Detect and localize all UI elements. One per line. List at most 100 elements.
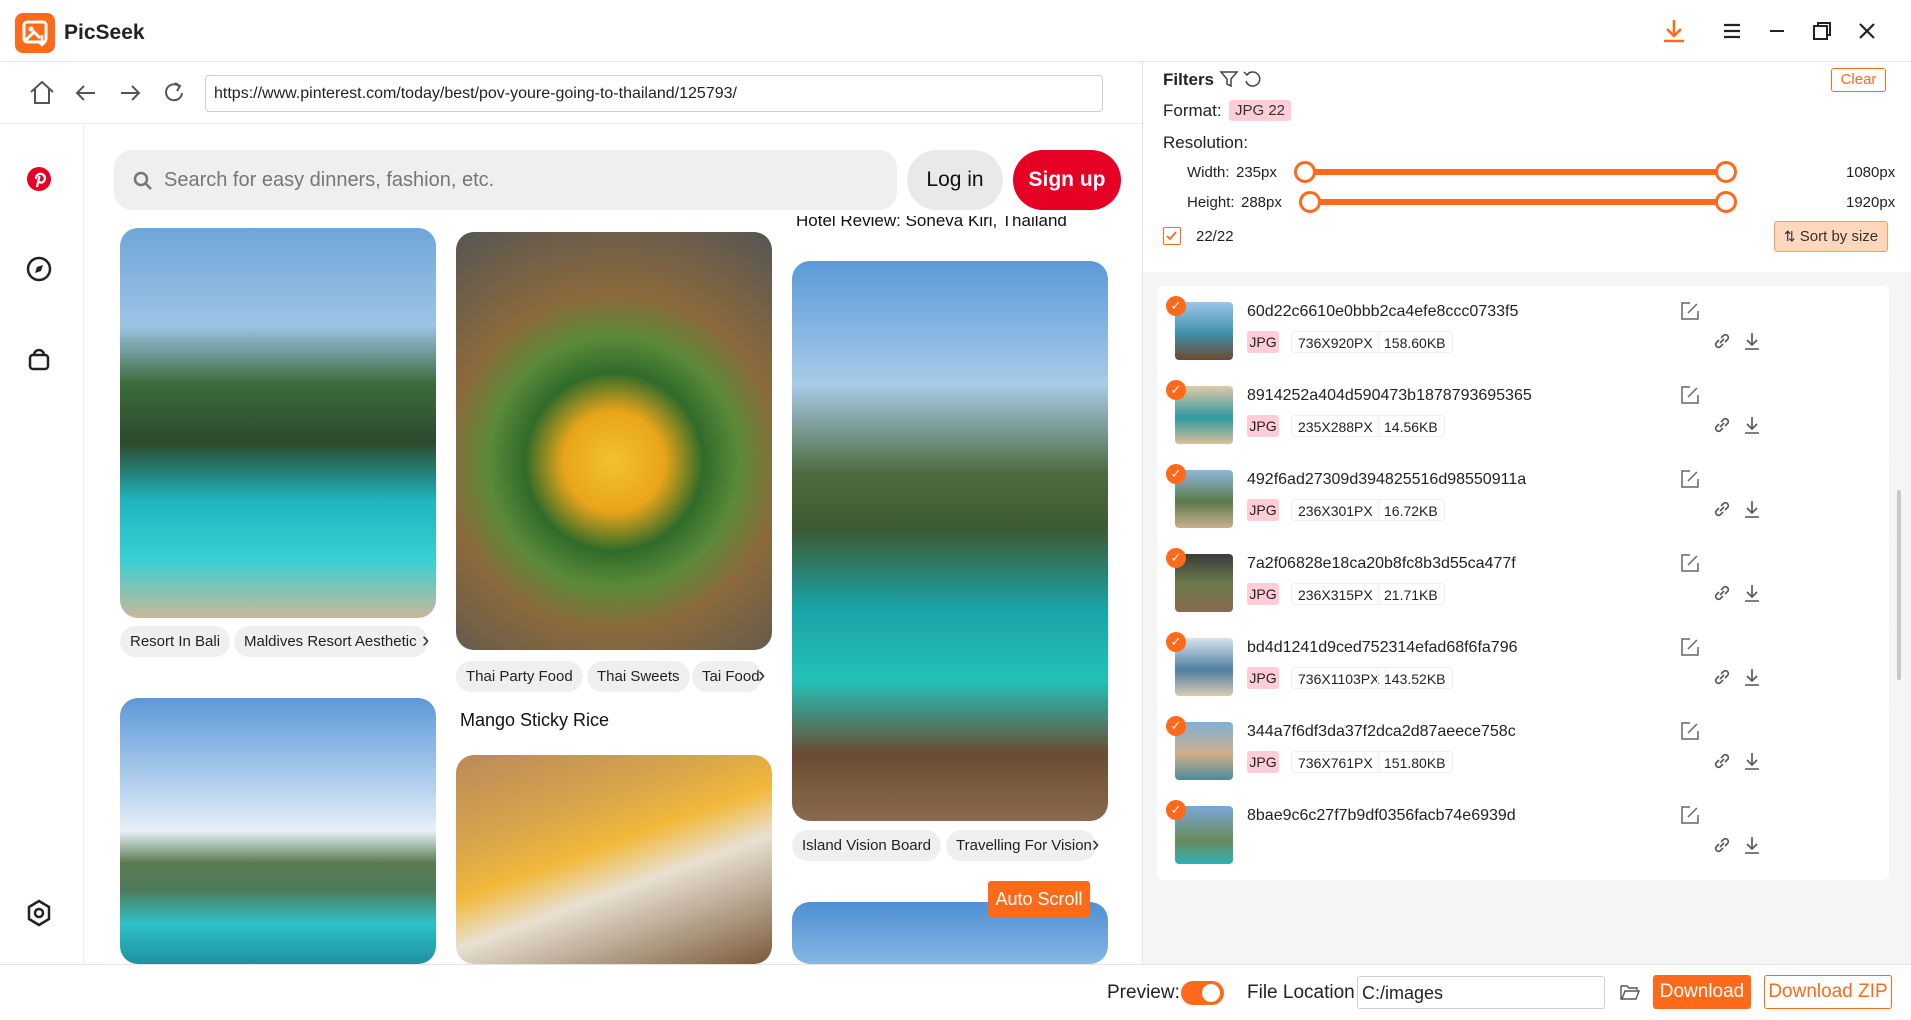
image-filename: bd4d1241d9ced752314efad68f6fa796 bbox=[1247, 639, 1518, 656]
selected-check-icon[interactable]: ✓ bbox=[1166, 380, 1186, 400]
minimize-icon[interactable] bbox=[1762, 16, 1792, 46]
chip-island-vision-board[interactable]: Island Vision Board bbox=[792, 830, 941, 861]
filter-funnel-icon[interactable] bbox=[1219, 69, 1239, 94]
width-slider-track[interactable] bbox=[1307, 169, 1725, 175]
image-dimensions: 736X920PX bbox=[1291, 331, 1380, 353]
download-icon[interactable] bbox=[1741, 834, 1763, 856]
image-card[interactable]: ✓ bd4d1241d9ced752314efad68f6fa796 JPG 736X… bbox=[1157, 622, 1889, 712]
width-max-handle[interactable] bbox=[1715, 161, 1737, 183]
auto-scroll-button[interactable]: Auto Scroll bbox=[988, 881, 1090, 917]
chip-thai-sweets[interactable]: Thai Sweets bbox=[587, 661, 690, 692]
image-card[interactable]: ✓ 7a2f06828e18ca20b8fc8b3d55ca477f JPG 236X… bbox=[1157, 538, 1889, 628]
edit-icon[interactable] bbox=[1679, 384, 1701, 406]
image-card[interactable]: ✓ 492f6ad27309d394825516d98550911a JPG 236X… bbox=[1157, 454, 1889, 544]
chip-maldives-resort[interactable]: Maldives Resort Aesthetic bbox=[234, 626, 428, 657]
download-zip-button[interactable]: Download ZIP bbox=[1764, 975, 1892, 1009]
reset-filter-icon[interactable] bbox=[1242, 69, 1262, 94]
pin-title-mango-sticky-rice[interactable]: Mango Sticky Rice bbox=[460, 710, 609, 731]
edit-icon[interactable] bbox=[1679, 300, 1701, 322]
selected-check-icon[interactable]: ✓ bbox=[1166, 716, 1186, 736]
pin-image-bali-resort[interactable] bbox=[120, 228, 436, 618]
chevron-right-icon[interactable]: › bbox=[422, 629, 438, 651]
file-location-input[interactable]: C:/images bbox=[1357, 976, 1605, 1009]
preview-toggle[interactable] bbox=[1181, 981, 1224, 1005]
back-icon[interactable] bbox=[69, 76, 103, 110]
height-max-handle[interactable] bbox=[1715, 191, 1737, 213]
height-slider-track[interactable] bbox=[1312, 199, 1725, 205]
sort-by-size-button[interactable]: ⇅ Sort by size bbox=[1774, 221, 1888, 252]
edit-icon[interactable] bbox=[1679, 720, 1701, 742]
settings-gear-icon[interactable] bbox=[24, 898, 54, 928]
home-icon[interactable] bbox=[25, 76, 59, 110]
download-icon[interactable] bbox=[1741, 666, 1763, 688]
link-icon[interactable] bbox=[1711, 498, 1733, 520]
restore-icon[interactable] bbox=[1807, 16, 1837, 46]
clear-filters-button[interactable]: Clear bbox=[1831, 68, 1886, 92]
download-icon[interactable] bbox=[1741, 582, 1763, 604]
selected-check-icon[interactable]: ✓ bbox=[1166, 296, 1186, 316]
title-bar: PicSeek bbox=[0, 0, 1911, 62]
link-icon[interactable] bbox=[1711, 750, 1733, 772]
image-type-badge: JPG bbox=[1247, 331, 1279, 353]
format-badge[interactable]: JPG 22 bbox=[1229, 100, 1292, 121]
pin-image-thai-sweets[interactable] bbox=[456, 232, 772, 650]
selected-check-icon[interactable]: ✓ bbox=[1166, 464, 1186, 484]
selected-check-icon[interactable]: ✓ bbox=[1166, 632, 1186, 652]
image-type-badge: JPG bbox=[1247, 499, 1279, 521]
bottom-bar: Preview: File Location C:/images Downloa… bbox=[0, 964, 1911, 1020]
image-card[interactable]: ✓ 8914252a404d590473b1878793695365 JPG 235X… bbox=[1157, 370, 1889, 460]
close-icon[interactable] bbox=[1852, 16, 1882, 46]
image-card[interactable]: ✓ 8bae9c6c27f7b9df0356facb74e6939d bbox=[1157, 790, 1889, 880]
chevron-right-icon[interactable]: › bbox=[1092, 833, 1108, 855]
download-icon[interactable] bbox=[1741, 330, 1763, 352]
download-icon[interactable] bbox=[1659, 16, 1689, 46]
chevron-right-icon[interactable]: › bbox=[758, 664, 774, 686]
select-all-checkbox[interactable] bbox=[1163, 227, 1181, 245]
pin-image-thailand-boat[interactable] bbox=[792, 261, 1108, 821]
pinterest-search-bar[interactable]: Search for easy dinners, fashion, etc. bbox=[114, 150, 897, 210]
link-icon[interactable] bbox=[1711, 666, 1733, 688]
search-icon bbox=[132, 170, 154, 197]
pin-image-mango-sticky-rice[interactable] bbox=[456, 755, 772, 964]
signup-button[interactable]: Sign up bbox=[1013, 150, 1121, 210]
chip-thai-party-food[interactable]: Thai Party Food bbox=[456, 661, 583, 692]
link-icon[interactable] bbox=[1711, 834, 1733, 856]
chip-tai-food[interactable]: Tai Food bbox=[692, 661, 762, 692]
url-input[interactable]: https://www.pinterest.com/today/best/pov… bbox=[205, 75, 1103, 112]
edit-icon[interactable] bbox=[1679, 552, 1701, 574]
chip-travelling-for-vision[interactable]: Travelling For Vision bbox=[946, 830, 1096, 861]
shopping-bag-icon[interactable] bbox=[24, 344, 54, 374]
selected-check-icon[interactable]: ✓ bbox=[1166, 548, 1186, 568]
width-min-value: 235px bbox=[1236, 164, 1277, 181]
height-min-handle[interactable] bbox=[1299, 191, 1321, 213]
chip-resort-in-bali[interactable]: Resort In Bali bbox=[120, 626, 231, 657]
download-button[interactable]: Download bbox=[1653, 975, 1751, 1009]
app-logo-icon bbox=[15, 13, 55, 53]
menu-icon[interactable] bbox=[1717, 16, 1747, 46]
link-icon[interactable] bbox=[1711, 582, 1733, 604]
image-card[interactable]: ✓ 344a7f6df3da37f2dca2d87aeece758c JPG 736X… bbox=[1157, 706, 1889, 796]
image-dimensions: 236X301PX bbox=[1291, 499, 1380, 521]
edit-icon[interactable] bbox=[1679, 468, 1701, 490]
height-label: Height: bbox=[1187, 194, 1235, 211]
folder-open-icon[interactable] bbox=[1619, 981, 1641, 1003]
edit-icon[interactable] bbox=[1679, 636, 1701, 658]
download-icon[interactable] bbox=[1741, 498, 1763, 520]
link-icon[interactable] bbox=[1711, 330, 1733, 352]
pin-title-hotel-review[interactable]: Hotel Review: Soneva Kiri, Thailand bbox=[796, 216, 1112, 230]
pinterest-logo-icon[interactable] bbox=[24, 164, 54, 194]
reload-icon[interactable] bbox=[157, 76, 191, 110]
login-button[interactable]: Log in bbox=[907, 150, 1003, 210]
edit-icon[interactable] bbox=[1679, 804, 1701, 826]
explore-compass-icon[interactable] bbox=[24, 254, 54, 284]
width-min-handle[interactable] bbox=[1294, 161, 1316, 183]
selected-check-icon[interactable]: ✓ bbox=[1166, 800, 1186, 820]
link-icon[interactable] bbox=[1711, 414, 1733, 436]
download-icon[interactable] bbox=[1741, 750, 1763, 772]
download-icon[interactable] bbox=[1741, 414, 1763, 436]
pin-image-islands[interactable] bbox=[120, 698, 436, 964]
image-filename: 8914252a404d590473b1878793695365 bbox=[1247, 387, 1532, 404]
list-scrollbar[interactable] bbox=[1897, 490, 1901, 680]
image-card[interactable]: ✓ 60d22c6610e0bbb2ca4efe8ccc0733f5 JPG 736X… bbox=[1157, 286, 1889, 376]
forward-icon[interactable] bbox=[113, 76, 147, 110]
